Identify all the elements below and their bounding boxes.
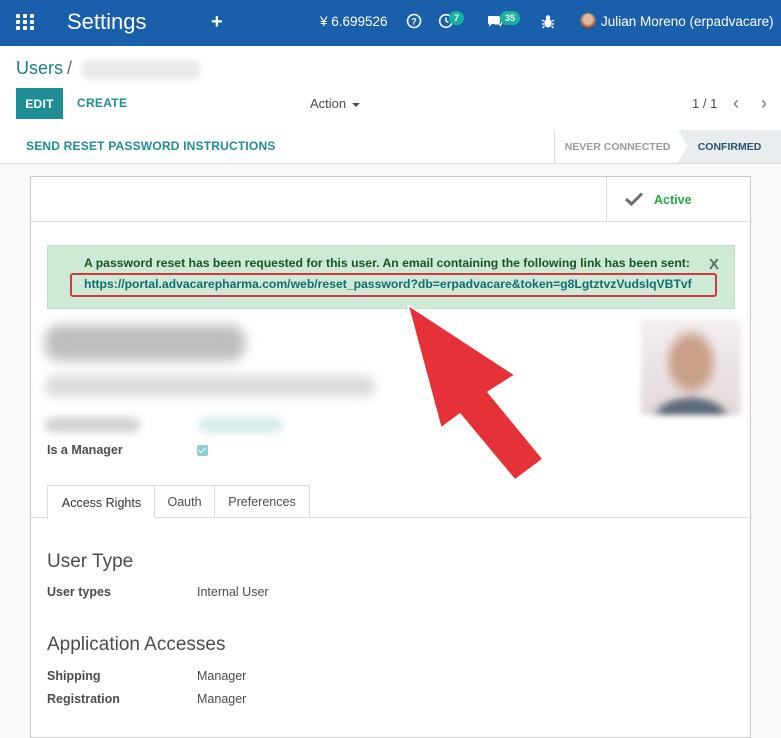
alert-message: A password reset has been requested for … [84,256,690,270]
top-navbar: Settings + ¥ 6.699526 ? 7 35 Julian More… [0,0,781,46]
notebook-tabs: Access Rights Oauth Preferences [31,485,750,519]
bug-icon[interactable] [541,14,555,29]
control-panel: Users / EDIT CREATE Action 1 / 1 ‹ › [0,46,781,131]
breadcrumb-separator: / [67,58,73,78]
plus-icon[interactable]: + [211,11,223,34]
registration-label: Registration [47,692,120,706]
reset-password-link[interactable]: https://portal.advacarepharma.com/web/re… [84,277,692,291]
user-types-label: User types [47,585,111,599]
check-icon [624,192,644,207]
application-accesses-title: Application Accesses [47,634,226,655]
action-dropdown-label: Action [310,96,347,111]
balance-text[interactable]: ¥ 6.699526 [320,14,388,29]
stage-confirmed[interactable]: CONFIRMED [678,130,781,163]
active-toggle-button[interactable]: Active [606,177,751,221]
is-manager-label: Is a Manager [47,443,123,457]
activity-badge: 7 [449,11,465,25]
stage-arrow-divider [678,130,688,162]
related-partner-label-redacted [45,417,140,433]
user-types-value[interactable]: Internal User [197,585,269,599]
app-title[interactable]: Settings [67,9,147,35]
user-photo[interactable] [641,319,741,415]
alert-close-button[interactable]: X [709,256,719,273]
apps-grid-icon[interactable] [16,14,34,32]
send-reset-password-button[interactable]: SEND RESET PASSWORD INSTRUCTIONS [26,139,276,153]
pager-previous-button[interactable]: ‹ [733,93,739,114]
user-name-redacted [45,325,245,361]
breadcrumb-current-redacted [82,60,200,80]
breadcrumb-users[interactable]: Users [16,58,63,79]
svg-text:?: ? [411,17,417,27]
active-label: Active [654,193,692,207]
create-button[interactable]: CREATE [77,96,127,110]
stage-never-connected[interactable]: NEVER CONNECTED [554,130,680,163]
shipping-value[interactable]: Manager [197,669,246,683]
user-avatar[interactable] [580,13,596,29]
tab-access-rights[interactable]: Access Rights [47,485,156,519]
form-sheet: Active A password reset has been request… [30,176,751,738]
messages-badge: 35 [500,11,521,25]
pager-value[interactable]: 1 / 1 [692,96,717,111]
user-type-title: User Type [47,551,134,572]
caret-down-icon [352,102,361,107]
related-partner-value-redacted [198,417,283,433]
user-menu-name[interactable]: Julian Moreno (erpadvacare) [601,14,774,29]
form-statusbar: SEND RESET PASSWORD INSTRUCTIONS NEVER C… [0,130,781,164]
tab-preferences[interactable]: Preferences [214,485,310,517]
action-dropdown[interactable]: Action [310,96,361,111]
password-reset-alert: A password reset has been requested for … [47,245,735,309]
pager-next-button[interactable]: › [761,93,767,114]
registration-value[interactable]: Manager [197,692,246,706]
is-manager-checkbox[interactable] [197,445,208,456]
shipping-label: Shipping [47,669,101,683]
user-email-redacted [45,375,375,397]
edit-button[interactable]: EDIT [16,88,63,119]
help-icon[interactable]: ? [406,13,422,29]
button-box: Active [31,177,750,222]
tab-oauth[interactable]: Oauth [154,485,215,517]
